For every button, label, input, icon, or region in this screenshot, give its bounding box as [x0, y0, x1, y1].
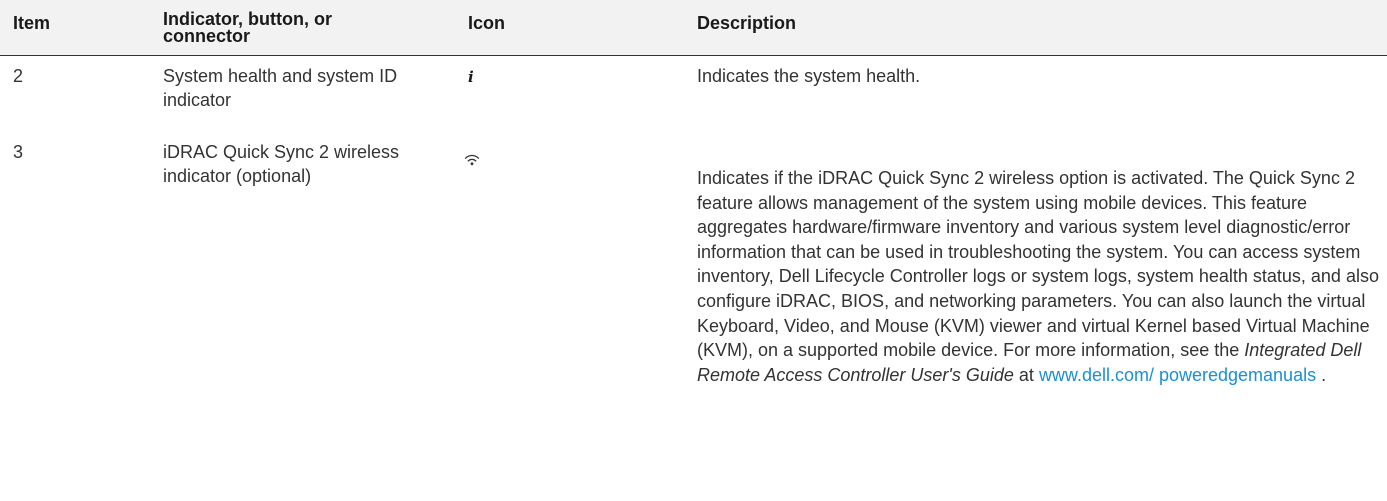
header-icon: Icon — [468, 13, 506, 33]
header-description: Description — [697, 13, 797, 33]
info-icon: i — [468, 68, 474, 86]
row-indicator: System health and system ID indicator — [163, 66, 398, 110]
header-item: Item — [13, 13, 51, 33]
spec-table: Item Indicator, button, or connector Ico… — [0, 0, 1387, 501]
row-item-number: 3 — [13, 142, 24, 162]
description-text: Indicates if the iDRAC Quick Sync 2 wire… — [697, 168, 1379, 361]
table-row: 3 iDRAC Quick Sync 2 wireless indicator … — [0, 140, 1387, 501]
wireless-icon — [464, 154, 480, 166]
row-description: Indicates if the iDRAC Quick Sync 2 wire… — [697, 166, 1387, 387]
description-end: . — [1321, 364, 1327, 385]
row-description: Indicates the system health. — [697, 66, 921, 86]
manuals-link[interactable]: www.dell.com/ poweredgemanuals — [1039, 365, 1316, 385]
table-header-row: Item Indicator, button, or connector Ico… — [0, 0, 1387, 56]
row-item-number: 2 — [13, 66, 24, 86]
description-at: at — [1018, 364, 1034, 385]
row-indicator: iDRAC Quick Sync 2 wireless indicator (o… — [163, 142, 400, 186]
table-row: 2 System health and system ID indicator … — [0, 56, 1387, 140]
header-indicator: Indicator, button, or connector — [163, 9, 332, 46]
